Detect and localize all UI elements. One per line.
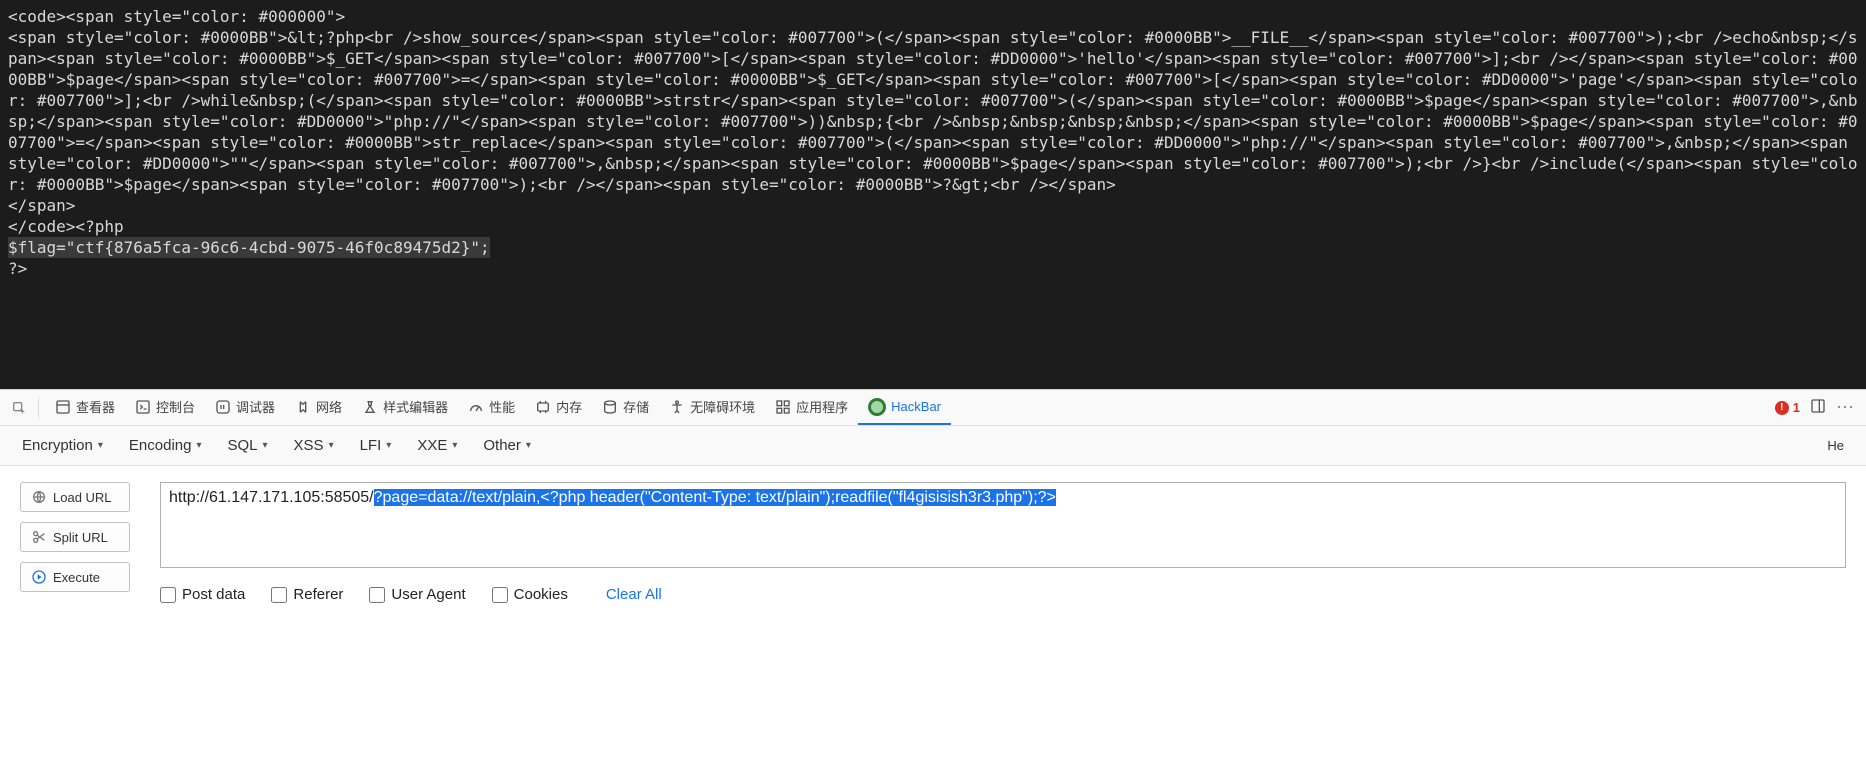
dock-side-icon[interactable] [1810, 398, 1826, 417]
menu-label: Other [483, 437, 521, 454]
tab-label: 样式编辑器 [383, 397, 448, 416]
menu-label: Encryption [22, 437, 93, 454]
menu-xxe[interactable]: XXE ▾ [417, 437, 457, 454]
cookies-checkbox[interactable]: Cookies [492, 586, 568, 603]
tab-storage[interactable]: 存储 [592, 390, 659, 425]
console-icon [135, 399, 151, 415]
globe-icon [31, 489, 47, 505]
devtools-panel: 查看器 控制台 调试器 网络 样式编辑器 性能 内存 存储 [0, 389, 1866, 762]
button-label: Split URL [53, 530, 108, 545]
styles-icon [362, 399, 378, 415]
hackbar-body: Load URL Split URL Execute http://61.147… [0, 466, 1866, 762]
referer-checkbox[interactable]: Referer [271, 586, 343, 603]
hackbar-main: http://61.147.171.105:58505/?page=data:/… [160, 482, 1846, 762]
hackbar-icon [868, 398, 886, 416]
menu-encryption[interactable]: Encryption ▾ [22, 437, 103, 454]
warning-count[interactable]: ! 1 [1775, 400, 1800, 415]
pick-element-icon[interactable] [8, 397, 30, 419]
hackbar-panel: Encryption ▾ Encoding ▾ SQL ▾ XSS ▾ LFI ▾ XXE… [0, 426, 1866, 762]
url-prefix: http://61.147.171.105:58505/ [169, 489, 374, 506]
request-options: Post data Referer User Agent Cookies Cle… [160, 586, 1846, 603]
menu-lfi[interactable]: LFI ▾ [360, 437, 392, 454]
storage-icon [602, 399, 618, 415]
tab-apps[interactable]: 应用程序 [765, 390, 858, 425]
option-label: Post data [182, 586, 245, 603]
network-icon [295, 399, 311, 415]
menu-label: LFI [360, 437, 382, 454]
tab-memory[interactable]: 内存 [525, 390, 592, 425]
tab-label: 内存 [556, 397, 582, 416]
performance-icon [468, 399, 484, 415]
menu-label: SQL [228, 437, 258, 454]
menu-xss[interactable]: XSS ▾ [294, 437, 334, 454]
menu-sql[interactable]: SQL ▾ [228, 437, 268, 454]
chevron-down-icon: ▾ [98, 440, 103, 451]
load-url-button[interactable]: Load URL [20, 482, 130, 512]
button-label: Load URL [53, 490, 112, 505]
code-line: ?> [8, 258, 1858, 279]
tab-hackbar[interactable]: HackBar [858, 390, 951, 425]
option-label: Cookies [514, 586, 568, 603]
button-label: Execute [53, 570, 100, 585]
flag-line: $flag="ctf{876a5fca-96c6-4cbd-9075-46f0c… [8, 237, 490, 258]
scissors-icon [31, 529, 47, 545]
accessibility-icon [669, 399, 685, 415]
option-label: Referer [293, 586, 343, 603]
tab-network[interactable]: 网络 [285, 390, 352, 425]
chevron-down-icon: ▾ [452, 440, 457, 451]
tab-styles[interactable]: 样式编辑器 [352, 390, 458, 425]
tab-debugger[interactable]: 调试器 [205, 390, 285, 425]
code-line: <span style="color: #0000BB">&lt;?php<br… [8, 27, 1858, 195]
devtools-toolbar: 查看器 控制台 调试器 网络 样式编辑器 性能 内存 存储 [0, 390, 1866, 426]
url-input[interactable]: http://61.147.171.105:58505/?page=data:/… [160, 482, 1846, 568]
code-line: </span> [8, 195, 1858, 216]
tab-label: 查看器 [76, 397, 115, 416]
tab-label: 应用程序 [796, 397, 848, 416]
tab-label: HackBar [891, 399, 941, 414]
help-truncated[interactable]: He [1827, 438, 1844, 453]
tab-accessibility[interactable]: 无障碍环境 [659, 390, 765, 425]
debugger-icon [215, 399, 231, 415]
postdata-checkbox[interactable]: Post data [160, 586, 245, 603]
chevron-down-icon: ▾ [329, 440, 334, 451]
menu-label: Encoding [129, 437, 192, 454]
tab-label: 调试器 [236, 397, 275, 416]
memory-icon [535, 399, 551, 415]
page-content: <code><span style="color: #000000"> <spa… [0, 0, 1866, 389]
tab-label: 无障碍环境 [690, 397, 755, 416]
clear-all-link[interactable]: Clear All [606, 586, 662, 603]
execute-button[interactable]: Execute [20, 562, 130, 592]
tab-label: 性能 [489, 397, 515, 416]
option-label: User Agent [391, 586, 465, 603]
code-line: </code><?php [8, 216, 1858, 237]
tab-label: 存储 [623, 397, 649, 416]
warning-icon: ! [1775, 401, 1789, 415]
useragent-checkbox[interactable]: User Agent [369, 586, 465, 603]
tab-label: 控制台 [156, 397, 195, 416]
menu-encoding[interactable]: Encoding ▾ [129, 437, 202, 454]
hackbar-toolbar: Encryption ▾ Encoding ▾ SQL ▾ XSS ▾ LFI ▾ XXE… [0, 426, 1866, 466]
tab-performance[interactable]: 性能 [458, 390, 525, 425]
menu-label: XSS [294, 437, 324, 454]
more-icon[interactable]: ⋯ [1836, 397, 1854, 418]
tab-console[interactable]: 控制台 [125, 390, 205, 425]
chevron-down-icon: ▾ [386, 440, 391, 451]
apps-icon [775, 399, 791, 415]
menu-label: XXE [417, 437, 447, 454]
toolbar-right: ! 1 ⋯ [1775, 397, 1858, 418]
chevron-down-icon: ▾ [196, 440, 201, 451]
split-url-button[interactable]: Split URL [20, 522, 130, 552]
warning-number: 1 [1793, 400, 1800, 415]
url-selected: ?page=data://text/plain,<?php header("Co… [374, 489, 1056, 506]
inspector-icon [55, 399, 71, 415]
tab-inspector[interactable]: 查看器 [45, 390, 125, 425]
toolbar-leading [8, 397, 39, 419]
menu-other[interactable]: Other ▾ [483, 437, 531, 454]
play-icon [31, 569, 47, 585]
hackbar-actions: Load URL Split URL Execute [20, 482, 140, 762]
tab-label: 网络 [316, 397, 342, 416]
chevron-down-icon: ▾ [526, 440, 531, 451]
code-line: <code><span style="color: #000000"> [8, 6, 1858, 27]
chevron-down-icon: ▾ [263, 440, 268, 451]
